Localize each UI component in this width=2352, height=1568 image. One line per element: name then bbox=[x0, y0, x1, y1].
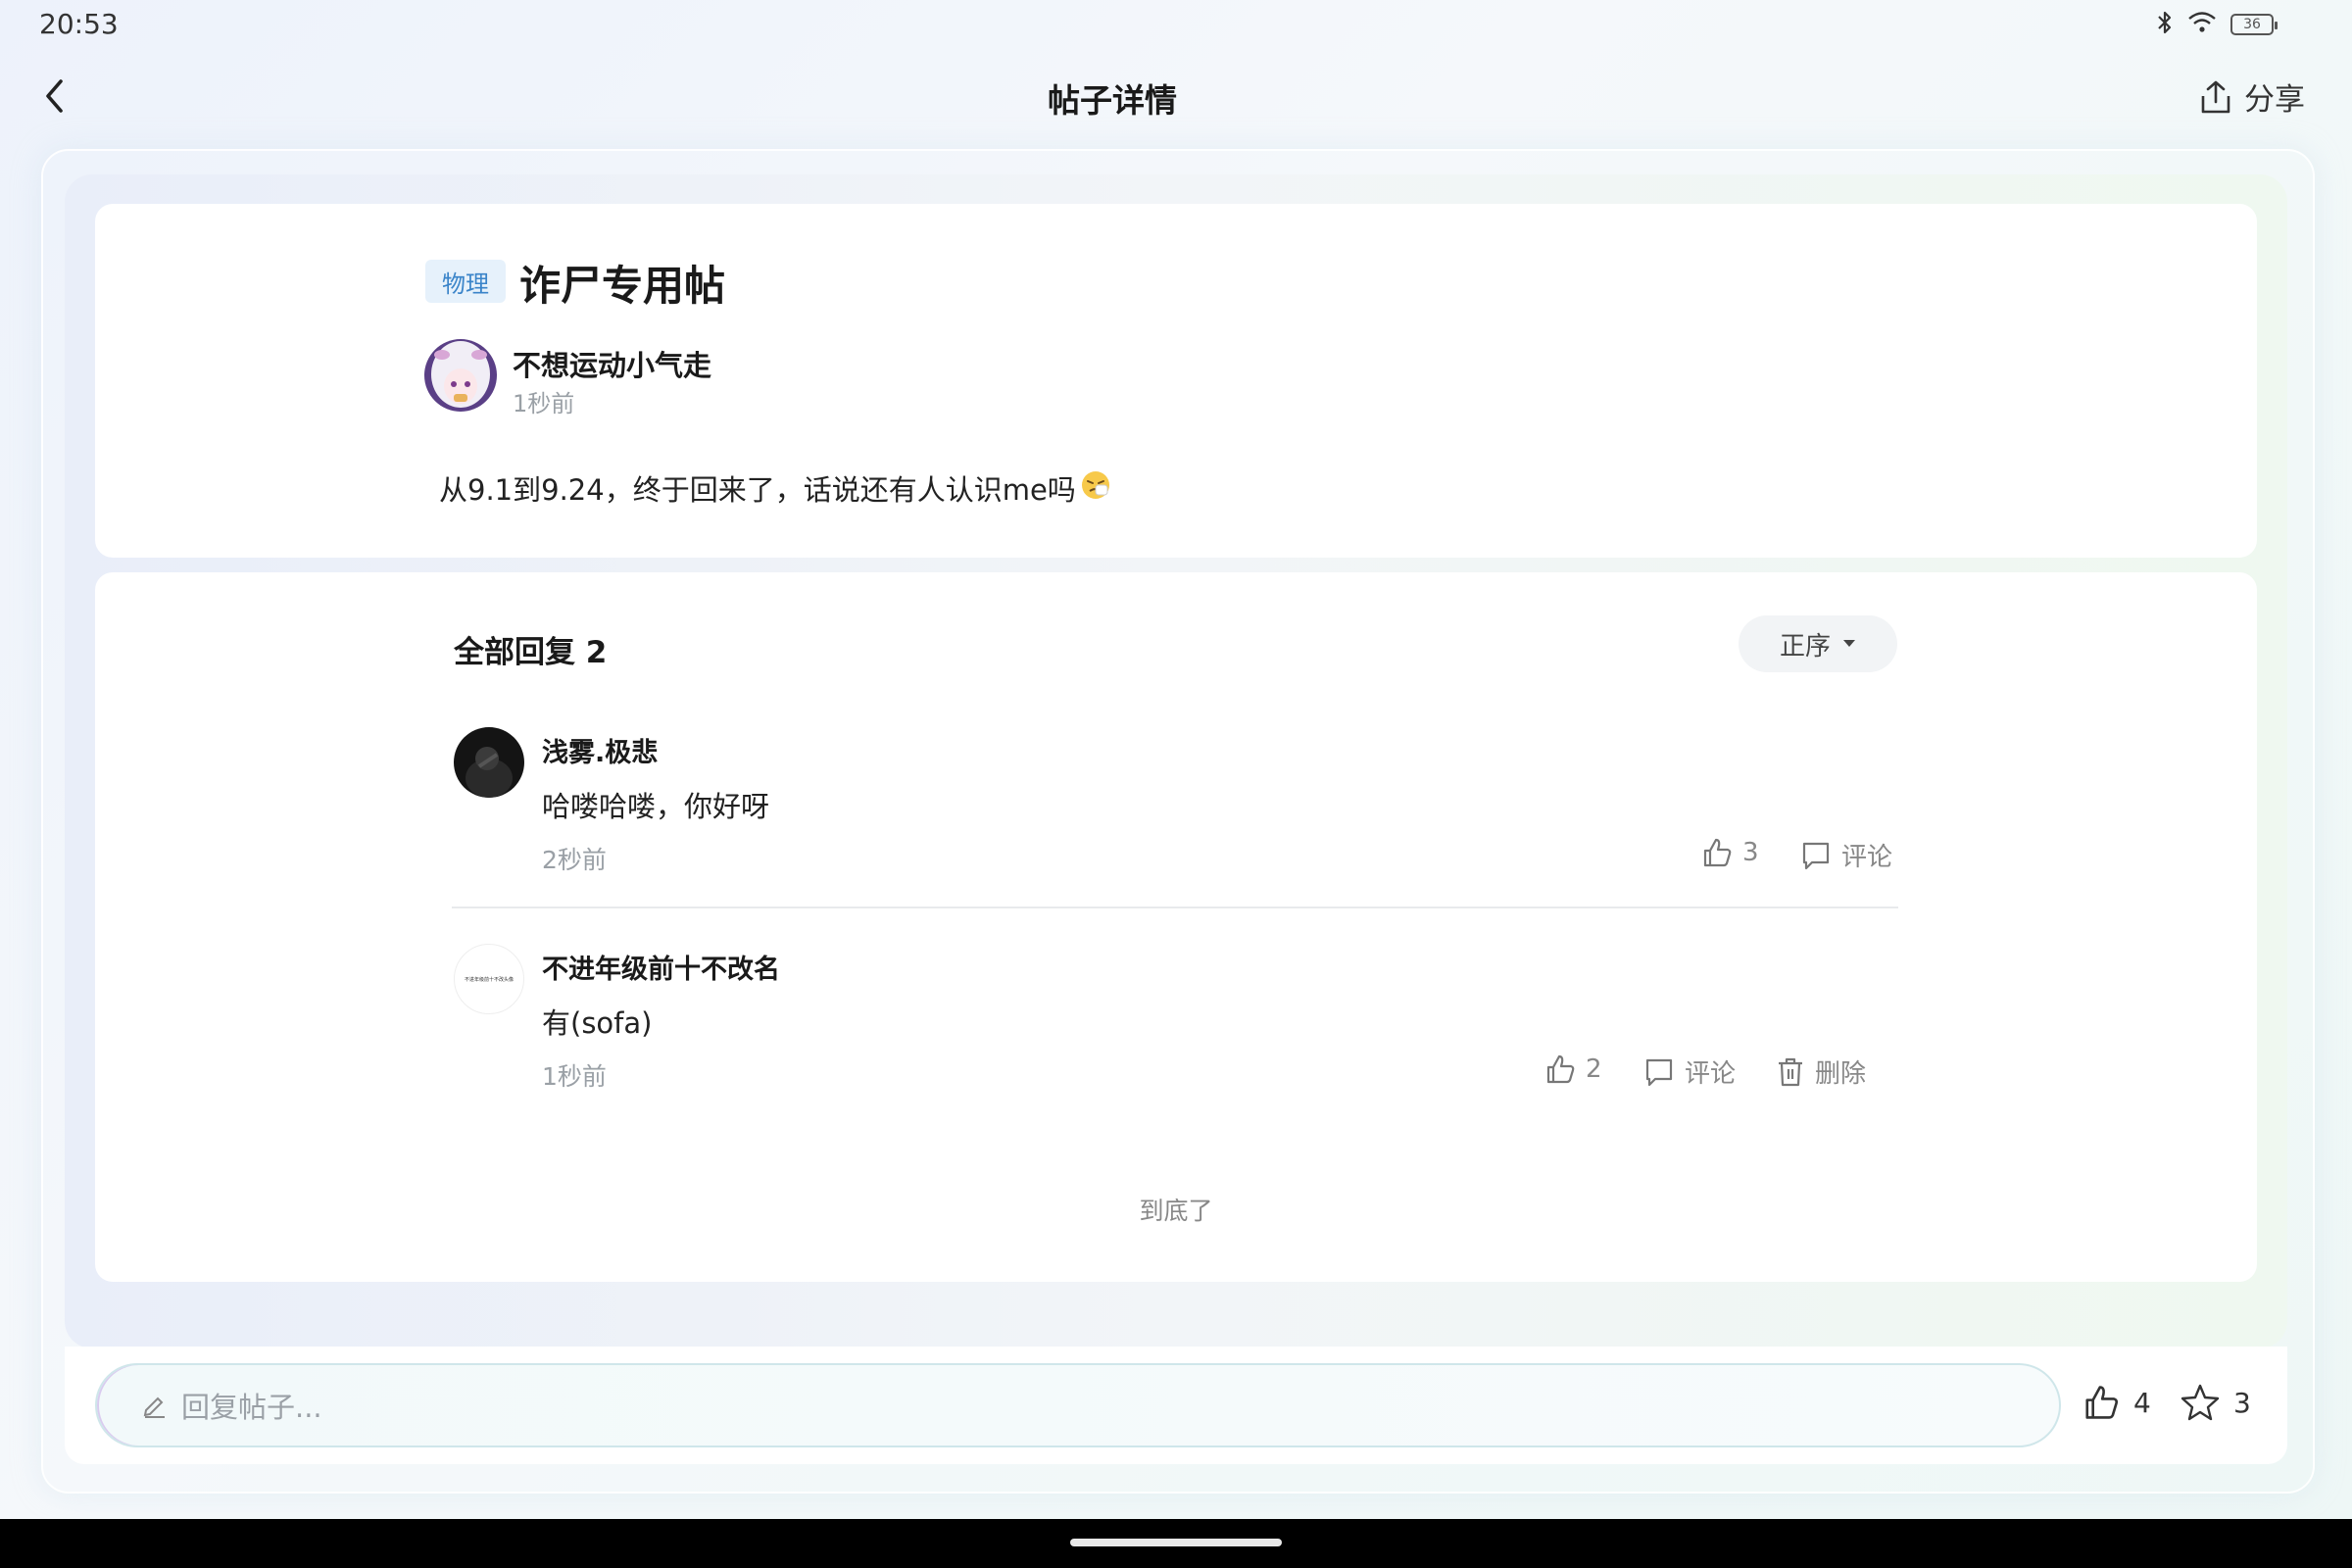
comment-label: 评论 bbox=[1841, 843, 1893, 872]
comment-button[interactable]: 评论 bbox=[1643, 1054, 1736, 1090]
thumbs-up-icon bbox=[1703, 838, 1732, 867]
delete-label: 删除 bbox=[1815, 1059, 1867, 1089]
delete-button[interactable]: 删除 bbox=[1776, 1054, 1866, 1090]
post-card bbox=[95, 204, 2257, 558]
like-button[interactable]: 3 bbox=[1701, 837, 1759, 868]
like-button[interactable]: 2 bbox=[1544, 1054, 1602, 1085]
caret-down-icon bbox=[1843, 640, 1855, 647]
star-icon bbox=[2180, 1384, 2220, 1421]
reply-text: 有(sofa) bbox=[542, 1006, 653, 1040]
bluetooth-icon bbox=[2156, 10, 2174, 39]
trash-icon bbox=[1779, 1057, 1802, 1086]
post-body-text: 从9.1到9.24，终于回来了，话说还有人认识me吗 bbox=[439, 473, 1076, 507]
reply-item: 不进年级前十不改头像 不进年级前十不改名 有(sofa) 1秒前 2 评论 删除 bbox=[454, 944, 1899, 1101]
replies-header: 全部回复 2 bbox=[454, 635, 608, 670]
status-icons: 36 bbox=[2156, 10, 2278, 39]
reply-avatar[interactable] bbox=[454, 727, 524, 798]
reply-avatar[interactable]: 不进年级前十不改头像 bbox=[454, 944, 524, 1014]
post-title: 诈尸专用帖 bbox=[519, 262, 726, 310]
share-icon bbox=[2201, 80, 2230, 113]
like-count: 3 bbox=[1742, 838, 1759, 867]
author-avatar[interactable] bbox=[424, 339, 497, 412]
share-label: 分享 bbox=[2244, 82, 2305, 118]
status-bar: 20:53 36 bbox=[0, 0, 2352, 49]
post-favorite-count: 3 bbox=[2233, 1386, 2251, 1419]
status-time: 20:53 bbox=[39, 8, 119, 40]
avatar-text: 不进年级前十不改头像 bbox=[464, 976, 514, 983]
like-count: 2 bbox=[1586, 1054, 1602, 1084]
battery-icon: 36 bbox=[2230, 14, 2278, 35]
top-bar: 帖子详情 分享 bbox=[0, 49, 2352, 147]
pencil-icon bbox=[143, 1396, 165, 1418]
reply-input-placeholder: 回复帖子... bbox=[181, 1391, 322, 1424]
sort-label: 正序 bbox=[1779, 631, 1831, 662]
comment-button[interactable]: 评论 bbox=[1800, 837, 1892, 873]
home-indicator[interactable] bbox=[1070, 1539, 1282, 1546]
sort-button[interactable]: 正序 bbox=[1739, 615, 1897, 672]
reply-time: 2秒前 bbox=[542, 846, 607, 874]
reply-author-name[interactable]: 不进年级前十不改名 bbox=[542, 948, 780, 986]
sneezing-face-icon bbox=[1080, 469, 1111, 508]
post-tag[interactable]: 物理 bbox=[425, 260, 506, 303]
wifi-icon bbox=[2187, 11, 2217, 38]
thumbs-up-icon bbox=[2085, 1386, 2119, 1419]
post-favorite-button[interactable]: 3 bbox=[2180, 1384, 2251, 1421]
replies-card bbox=[95, 572, 2257, 1282]
end-of-list-text: 到底了 bbox=[1139, 1197, 1213, 1225]
reply-text: 哈喽哈喽，你好呀 bbox=[542, 790, 770, 823]
page-title: 帖子详情 bbox=[1048, 81, 1177, 120]
comment-label: 评论 bbox=[1685, 1059, 1737, 1089]
thumbs-up-icon bbox=[1546, 1054, 1575, 1084]
share-button[interactable]: 分享 bbox=[2199, 74, 2305, 119]
reply-time: 1秒前 bbox=[542, 1062, 607, 1091]
post-body: 从9.1到9.24，终于回来了，话说还有人认识me吗 bbox=[439, 467, 1111, 509]
reply-input[interactable]: 回复帖子... bbox=[95, 1363, 2061, 1447]
author-name[interactable]: 不想运动小气走 bbox=[513, 343, 711, 384]
comment-icon bbox=[1645, 1058, 1673, 1086]
comment-icon bbox=[1802, 842, 1830, 869]
reply-author-name[interactable]: 浅雾.极悲 bbox=[542, 731, 658, 769]
reply-item: 浅雾.极悲 哈喽哈喽，你好呀 2秒前 3 评论 bbox=[454, 727, 1899, 884]
post-like-count: 4 bbox=[2133, 1386, 2151, 1419]
post-time: 1秒前 bbox=[513, 390, 575, 417]
reply-divider bbox=[452, 906, 1898, 908]
post-like-button[interactable]: 4 bbox=[2082, 1384, 2151, 1421]
